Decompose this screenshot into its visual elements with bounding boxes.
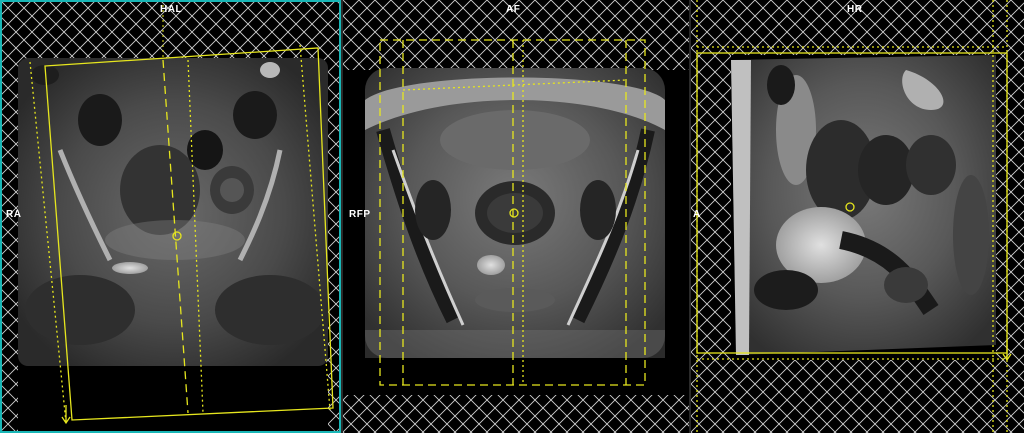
sagittal-image <box>691 0 1024 433</box>
orientation-label-top: HAL <box>160 4 183 15</box>
orientation-label-top: AF <box>506 4 521 15</box>
axial-image <box>343 0 689 433</box>
viewport-sagittal[interactable]: HR A <box>691 0 1024 433</box>
orientation-label-side: RA <box>6 209 22 220</box>
orientation-label-top: HR <box>847 4 863 15</box>
viewport-coronal[interactable]: HAL RA <box>0 0 341 433</box>
orientation-label-side: A <box>693 209 701 220</box>
viewport-axial[interactable]: AF RFP <box>343 0 689 433</box>
coronal-image <box>0 0 341 433</box>
orientation-label-side: RFP <box>349 209 371 220</box>
